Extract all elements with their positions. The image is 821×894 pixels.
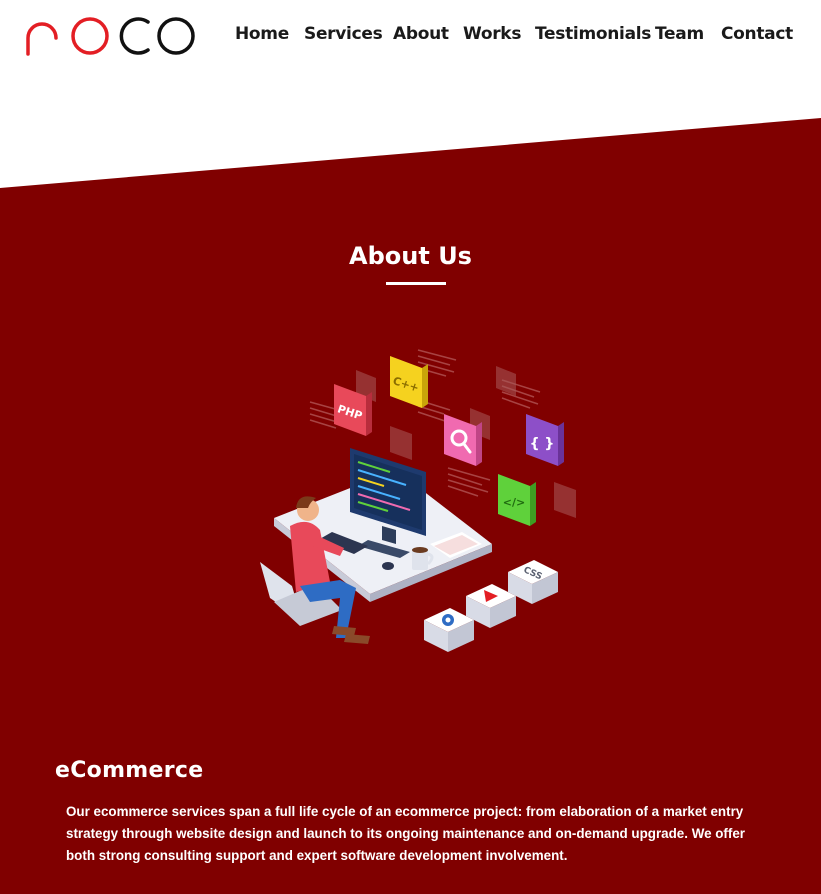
html-tag-badge: </> [498,474,536,526]
nav-contact[interactable]: Contact [721,24,793,44]
title-underline [386,282,446,285]
about-us-title: About Us [349,242,472,270]
nav-team[interactable]: Team [655,24,704,44]
nav-about[interactable]: About [393,24,449,44]
nav-home[interactable]: Home [235,24,289,44]
nav-works[interactable]: Works [463,24,521,44]
ecommerce-description: Our ecommerce services span a full life … [66,804,746,863]
braces-badge: { } [526,414,564,466]
developer-at-desk-illustration: PHP C++ { } </> CSS [260,349,576,652]
nav-services[interactable]: Services [304,24,383,44]
nav-testimonials[interactable]: Testimonials [535,24,651,44]
svg-text:</>: </> [503,496,525,509]
mouse [382,562,394,570]
site-header: Home Services About Works Testimonials T… [0,0,821,70]
ecommerce-heading: eCommerce [55,758,204,783]
main-nav: Home Services About Works Testimonials T… [0,24,821,46]
svg-text:{ }: { } [530,436,555,452]
